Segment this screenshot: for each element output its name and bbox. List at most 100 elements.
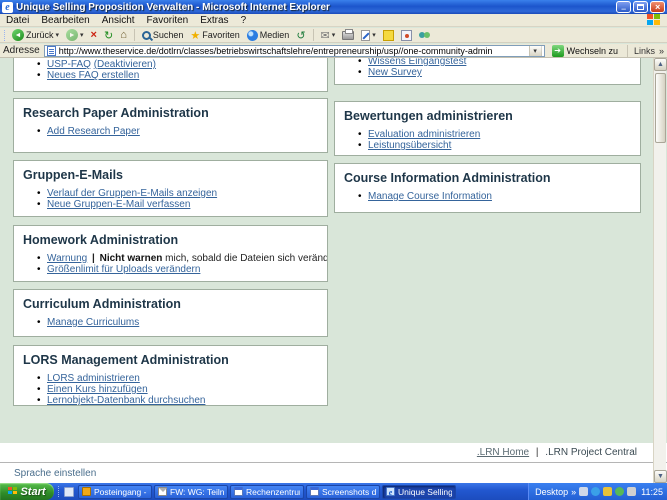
go-button[interactable]: Wechseln zu bbox=[549, 44, 621, 57]
lrn-project-central-link[interactable]: .LRN Project Central bbox=[545, 447, 637, 458]
history-button[interactable] bbox=[294, 28, 307, 42]
discuss-button[interactable] bbox=[417, 28, 433, 42]
taskbar-clock[interactable]: 11:25 bbox=[641, 487, 663, 497]
task-button-unique-selling-proposition[interactable]: Unique Selling Proposi... bbox=[382, 484, 456, 499]
minimize-button[interactable] bbox=[616, 1, 631, 13]
verlauf-gruppen-e-mails-link[interactable]: Verlauf der Gruppen-E-Mails anzeigen bbox=[47, 188, 217, 199]
tray-chevron-icon[interactable] bbox=[571, 487, 576, 497]
menu-bearbeiten[interactable]: Bearbeiten bbox=[41, 15, 89, 26]
tray-icon-1[interactable] bbox=[579, 487, 589, 496]
panel-homework-administration: Homework Administration Warnung | Nicht … bbox=[13, 225, 328, 282]
messenger-button[interactable] bbox=[399, 28, 414, 42]
outlook-icon bbox=[82, 487, 91, 496]
start-label: Start bbox=[20, 485, 46, 498]
toolbar-separator bbox=[312, 29, 314, 41]
restore-button[interactable] bbox=[633, 1, 648, 13]
close-button[interactable] bbox=[650, 1, 665, 13]
links-label[interactable]: Links bbox=[634, 46, 655, 56]
deaktivieren-link[interactable]: (Deaktivieren) bbox=[94, 59, 156, 70]
tray-icon-3[interactable] bbox=[603, 487, 613, 496]
menu-hilfe[interactable]: ? bbox=[241, 15, 247, 26]
leistungsuebersicht-link[interactable]: Leistungsübersicht bbox=[368, 140, 451, 151]
notes-button[interactable] bbox=[381, 28, 396, 42]
edit-dropdown-icon[interactable] bbox=[372, 31, 376, 39]
links-chevron-icon[interactable] bbox=[659, 46, 664, 56]
page-icon bbox=[46, 45, 56, 56]
groessenlimit-uploads-link[interactable]: Größenlimit für Uploads verändern bbox=[47, 264, 200, 275]
refresh-button[interactable] bbox=[102, 28, 115, 42]
history-icon bbox=[296, 29, 305, 42]
windows-flag-icon bbox=[8, 487, 18, 496]
address-dropdown-button[interactable] bbox=[528, 45, 542, 56]
panel-title: Homework Administration bbox=[23, 233, 179, 247]
task-button-rechenzentrum[interactable]: Rechenzentrum Uni K... bbox=[230, 484, 304, 499]
add-research-paper-link[interactable]: Add Research Paper bbox=[47, 126, 140, 137]
print-button[interactable] bbox=[340, 28, 356, 42]
task-label: Unique Selling Proposi... bbox=[398, 486, 452, 497]
lernobjekt-datenbank-link[interactable]: Lernobjekt-Datenbank durchsuchen bbox=[47, 395, 205, 405]
address-field[interactable]: http://www.theservice.de/dotlrn/classes/… bbox=[43, 44, 545, 57]
start-button[interactable]: Start bbox=[0, 483, 54, 500]
mail-button[interactable] bbox=[319, 28, 338, 42]
scroll-up-button[interactable] bbox=[654, 58, 667, 71]
list-item: Warnung | Nicht warnen mich, sobald die … bbox=[37, 253, 327, 264]
tray-icon-4[interactable] bbox=[615, 487, 625, 496]
neues-faq-erstellen-link[interactable]: Neues FAQ erstellen bbox=[47, 70, 139, 81]
lrn-home-link[interactable]: .LRN Home bbox=[477, 447, 529, 458]
scroll-down-button[interactable] bbox=[654, 470, 667, 483]
toolbar-grip bbox=[4, 29, 7, 41]
panel-title: LORS Management Administration bbox=[23, 353, 229, 367]
language-link[interactable]: Sprache einstellen bbox=[14, 468, 96, 479]
stop-button[interactable] bbox=[89, 28, 99, 42]
scroll-thumb[interactable] bbox=[655, 73, 666, 143]
sticky-note-icon bbox=[382, 29, 394, 41]
messenger-icon bbox=[400, 29, 412, 41]
desktop-toolbar-label[interactable]: Desktop bbox=[535, 487, 568, 497]
neue-gruppen-e-mail-link[interactable]: Neue Gruppen-E-Mail verfassen bbox=[47, 199, 190, 210]
list-item: Manage Course Information bbox=[358, 191, 640, 202]
forward-dropdown-icon[interactable] bbox=[80, 31, 84, 39]
home-button[interactable] bbox=[118, 28, 129, 42]
task-button-posteingang[interactable]: Posteingang - Micros... bbox=[78, 484, 152, 499]
forward-button[interactable] bbox=[64, 28, 86, 42]
menu-extras[interactable]: Extras bbox=[200, 15, 228, 26]
mail-dropdown-icon[interactable] bbox=[332, 31, 336, 39]
window-title: Unique Selling Proposition Verwalten - M… bbox=[16, 1, 330, 13]
taskbar: Start Posteingang - Micros... FW: WG: Te… bbox=[0, 483, 667, 500]
media-button[interactable]: Medien bbox=[245, 28, 292, 42]
edit-button[interactable] bbox=[359, 28, 378, 42]
back-label: Zurück bbox=[26, 30, 54, 40]
quick-launch-icon[interactable] bbox=[64, 486, 74, 497]
people-icon bbox=[418, 30, 431, 41]
lors-administrieren-link[interactable]: LORS administrieren bbox=[47, 373, 140, 384]
search-button[interactable]: Suchen bbox=[140, 28, 186, 42]
back-dropdown-icon[interactable] bbox=[56, 31, 60, 39]
system-tray: Desktop 11:25 bbox=[528, 483, 667, 500]
back-button[interactable]: Zurück bbox=[10, 28, 61, 42]
list-item: Add Research Paper bbox=[37, 126, 327, 137]
go-icon bbox=[551, 44, 564, 57]
wissens-eingangstest-link[interactable]: Wissens Eingangstest bbox=[368, 58, 466, 67]
task-button-fw-wg-teilnahme[interactable]: FW: WG: Teilnahme v... bbox=[154, 484, 228, 499]
menu-ansicht[interactable]: Ansicht bbox=[102, 15, 135, 26]
tray-icon-2[interactable] bbox=[591, 487, 601, 496]
einen-kurs-hinzufuegen-link[interactable]: Einen Kurs hinzufügen bbox=[47, 384, 148, 395]
menu-datei[interactable]: Datei bbox=[6, 15, 29, 26]
usp-faq-link[interactable]: USP-FAQ bbox=[47, 59, 91, 70]
new-survey-link[interactable]: New Survey bbox=[368, 67, 422, 78]
tray-icon-5[interactable] bbox=[627, 487, 637, 496]
panel-title: Curriculum Administration bbox=[23, 297, 181, 311]
manage-course-information-link[interactable]: Manage Course Information bbox=[368, 191, 492, 202]
quick-launch-grip[interactable] bbox=[58, 486, 61, 497]
menu-favoriten[interactable]: Favoriten bbox=[147, 15, 189, 26]
address-url[interactable]: http://www.theservice.de/dotlrn/classes/… bbox=[59, 46, 526, 56]
list-item: Einen Kurs hinzufügen bbox=[37, 384, 327, 395]
panel-curriculum-administration: Curriculum Administration Manage Curricu… bbox=[13, 289, 328, 337]
manage-curriculums-link[interactable]: Manage Curriculums bbox=[47, 317, 139, 328]
evaluation-administrieren-link[interactable]: Evaluation administrieren bbox=[368, 129, 480, 140]
favorites-button[interactable]: Favoriten bbox=[188, 28, 241, 42]
edit-icon bbox=[361, 29, 371, 41]
vertical-scrollbar[interactable] bbox=[653, 58, 667, 483]
task-button-screenshots[interactable]: Screenshots dotLRN... bbox=[306, 484, 380, 499]
warnung-link[interactable]: Warnung bbox=[47, 253, 87, 264]
